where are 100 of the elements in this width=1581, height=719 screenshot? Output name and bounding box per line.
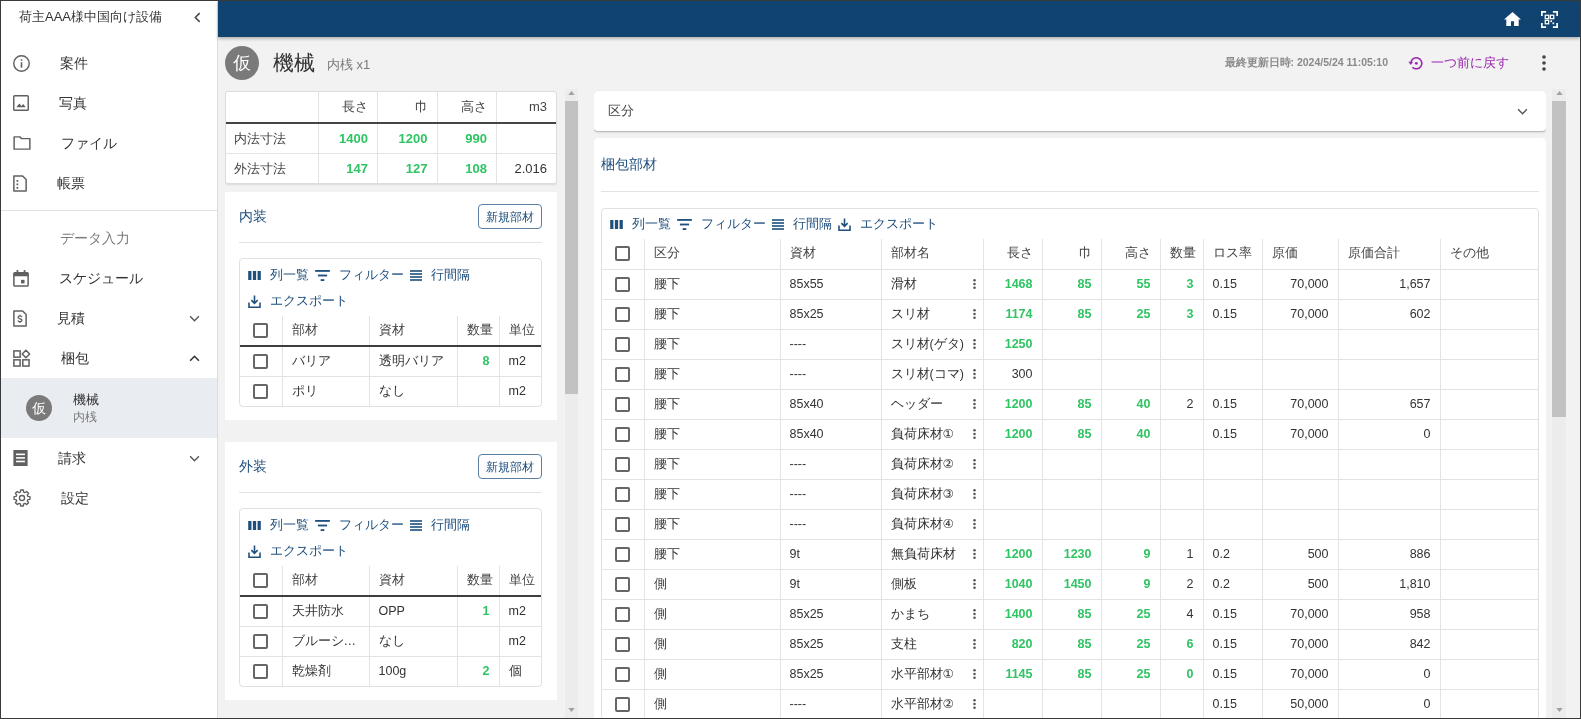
more-icon[interactable] bbox=[972, 308, 976, 320]
row-checkbox[interactable] bbox=[615, 666, 631, 682]
avatar-badge: 仮 bbox=[26, 395, 52, 421]
scrollbar[interactable] bbox=[565, 89, 578, 718]
table-cell: 1 bbox=[1160, 539, 1203, 569]
export-button[interactable]: エクスポート bbox=[835, 211, 941, 237]
history-icon bbox=[1408, 56, 1423, 70]
table-cell: 9t bbox=[780, 539, 881, 569]
row-checkbox[interactable] bbox=[253, 353, 269, 369]
more-icon[interactable] bbox=[972, 578, 976, 590]
row-checkbox[interactable] bbox=[253, 633, 269, 649]
more-icon[interactable] bbox=[972, 398, 976, 410]
more-icon[interactable] bbox=[972, 698, 976, 711]
nav-item[interactable]: スケジュール bbox=[1, 258, 217, 298]
row-checkbox[interactable] bbox=[615, 276, 631, 292]
nav-item[interactable]: 請求 bbox=[1, 438, 217, 478]
scrollbar[interactable] bbox=[1552, 89, 1566, 718]
row-checkbox[interactable] bbox=[615, 336, 631, 352]
table-cell: 85 bbox=[1042, 299, 1101, 329]
row-checkbox[interactable] bbox=[615, 426, 631, 442]
row-checkbox[interactable] bbox=[615, 606, 631, 622]
select-all-checkbox[interactable] bbox=[615, 246, 631, 262]
table-cell: 0 bbox=[1338, 419, 1440, 449]
filter-button[interactable]: フィルター bbox=[312, 512, 407, 538]
table-cell: 4 bbox=[1160, 599, 1203, 629]
more-icon[interactable] bbox=[972, 638, 976, 650]
row-checkbox[interactable] bbox=[615, 516, 631, 532]
more-icon[interactable] bbox=[972, 548, 976, 560]
columns-button[interactable]: 列一覧 bbox=[607, 211, 674, 237]
more-icon[interactable] bbox=[972, 278, 976, 290]
row-checkbox[interactable] bbox=[253, 663, 269, 679]
nav-item[interactable]: 帳票 bbox=[1, 163, 217, 203]
table-cell: 1400 bbox=[983, 599, 1042, 629]
add-part-button[interactable]: 新規部材 bbox=[478, 204, 542, 229]
more-icon[interactable] bbox=[972, 428, 976, 440]
accordion-header[interactable]: 区分 bbox=[594, 91, 1546, 131]
nav-item[interactable]: ファイル bbox=[1, 123, 217, 163]
nav-item[interactable]: 設定 bbox=[1, 478, 217, 518]
select-all-checkbox[interactable] bbox=[253, 573, 269, 588]
image-icon bbox=[13, 95, 29, 111]
row-checkbox[interactable] bbox=[253, 383, 269, 399]
select-all-checkbox[interactable] bbox=[253, 323, 269, 338]
nav-item[interactable]: 見積 bbox=[1, 298, 217, 338]
filter-button[interactable]: フィルター bbox=[312, 262, 407, 288]
table-cell: 1200 bbox=[377, 123, 437, 153]
more-icon[interactable] bbox=[972, 338, 976, 350]
table-cell: 個 bbox=[499, 656, 541, 686]
columns-button[interactable]: 列一覧 bbox=[245, 512, 312, 538]
undo-button[interactable]: 一つ前に戻す bbox=[1408, 53, 1509, 73]
filter-icon bbox=[315, 269, 330, 281]
nav-item[interactable]: 梱包 bbox=[1, 338, 217, 378]
more-icon[interactable] bbox=[972, 458, 976, 470]
column-header: その他 bbox=[1440, 239, 1538, 269]
more-icon[interactable] bbox=[972, 608, 976, 620]
add-part-button[interactable]: 新規部材 bbox=[478, 454, 542, 479]
row-checkbox[interactable] bbox=[615, 546, 631, 562]
home-icon[interactable] bbox=[1504, 12, 1521, 26]
table-cell: 腰下 bbox=[644, 269, 780, 299]
qr-scan-icon[interactable] bbox=[1541, 10, 1558, 28]
export-button[interactable]: エクスポート bbox=[245, 538, 351, 564]
export-button[interactable]: エクスポート bbox=[245, 288, 351, 314]
columns-button[interactable]: 列一覧 bbox=[245, 262, 312, 288]
row-checkbox[interactable] bbox=[615, 396, 631, 412]
chevron-left-icon[interactable] bbox=[194, 11, 201, 23]
download-icon bbox=[248, 294, 261, 308]
download-icon bbox=[248, 544, 261, 558]
table-cell: 腰下 bbox=[644, 419, 780, 449]
density-button[interactable]: 行間隔 bbox=[769, 211, 835, 237]
column-header: 巾 bbox=[1042, 239, 1101, 269]
table-cell: 657 bbox=[1338, 389, 1440, 419]
row-checkbox[interactable] bbox=[615, 486, 631, 502]
more-icon[interactable] bbox=[972, 488, 976, 500]
row-checkbox[interactable] bbox=[253, 603, 269, 619]
density-button[interactable]: 行間隔 bbox=[407, 512, 473, 538]
table-cell: 0.15 bbox=[1203, 269, 1262, 299]
table-cell: バリア bbox=[282, 346, 369, 376]
table-cell: 9 bbox=[1101, 539, 1160, 569]
row-checkbox[interactable] bbox=[615, 696, 631, 712]
nav-item[interactable]: 写真 bbox=[1, 83, 217, 123]
nav-item[interactable]: 案件 bbox=[1, 43, 217, 83]
scrollbar-thumb[interactable] bbox=[565, 101, 578, 394]
nav-subitem[interactable]: 仮 機械 内桟 bbox=[1, 378, 217, 438]
row-checkbox[interactable] bbox=[615, 456, 631, 472]
density-button[interactable]: 行間隔 bbox=[407, 262, 473, 288]
more-icon[interactable] bbox=[972, 668, 976, 680]
row-checkbox[interactable] bbox=[615, 636, 631, 652]
more-icon[interactable] bbox=[972, 368, 976, 380]
table-cell: 2 bbox=[457, 656, 499, 686]
table-cell: 85 bbox=[1042, 659, 1101, 689]
row-checkbox[interactable] bbox=[615, 576, 631, 592]
scrollbar-thumb[interactable] bbox=[1552, 101, 1566, 417]
more-icon[interactable] bbox=[972, 518, 976, 530]
row-checkbox[interactable] bbox=[615, 306, 631, 322]
lines-icon bbox=[410, 269, 422, 281]
more-icon[interactable] bbox=[1542, 55, 1546, 71]
table-cell: なし bbox=[369, 376, 457, 406]
table-cell: 0.2 bbox=[1203, 569, 1262, 599]
column-header: 部材名 bbox=[881, 239, 983, 269]
row-checkbox[interactable] bbox=[615, 366, 631, 382]
filter-button[interactable]: フィルター bbox=[674, 211, 769, 237]
